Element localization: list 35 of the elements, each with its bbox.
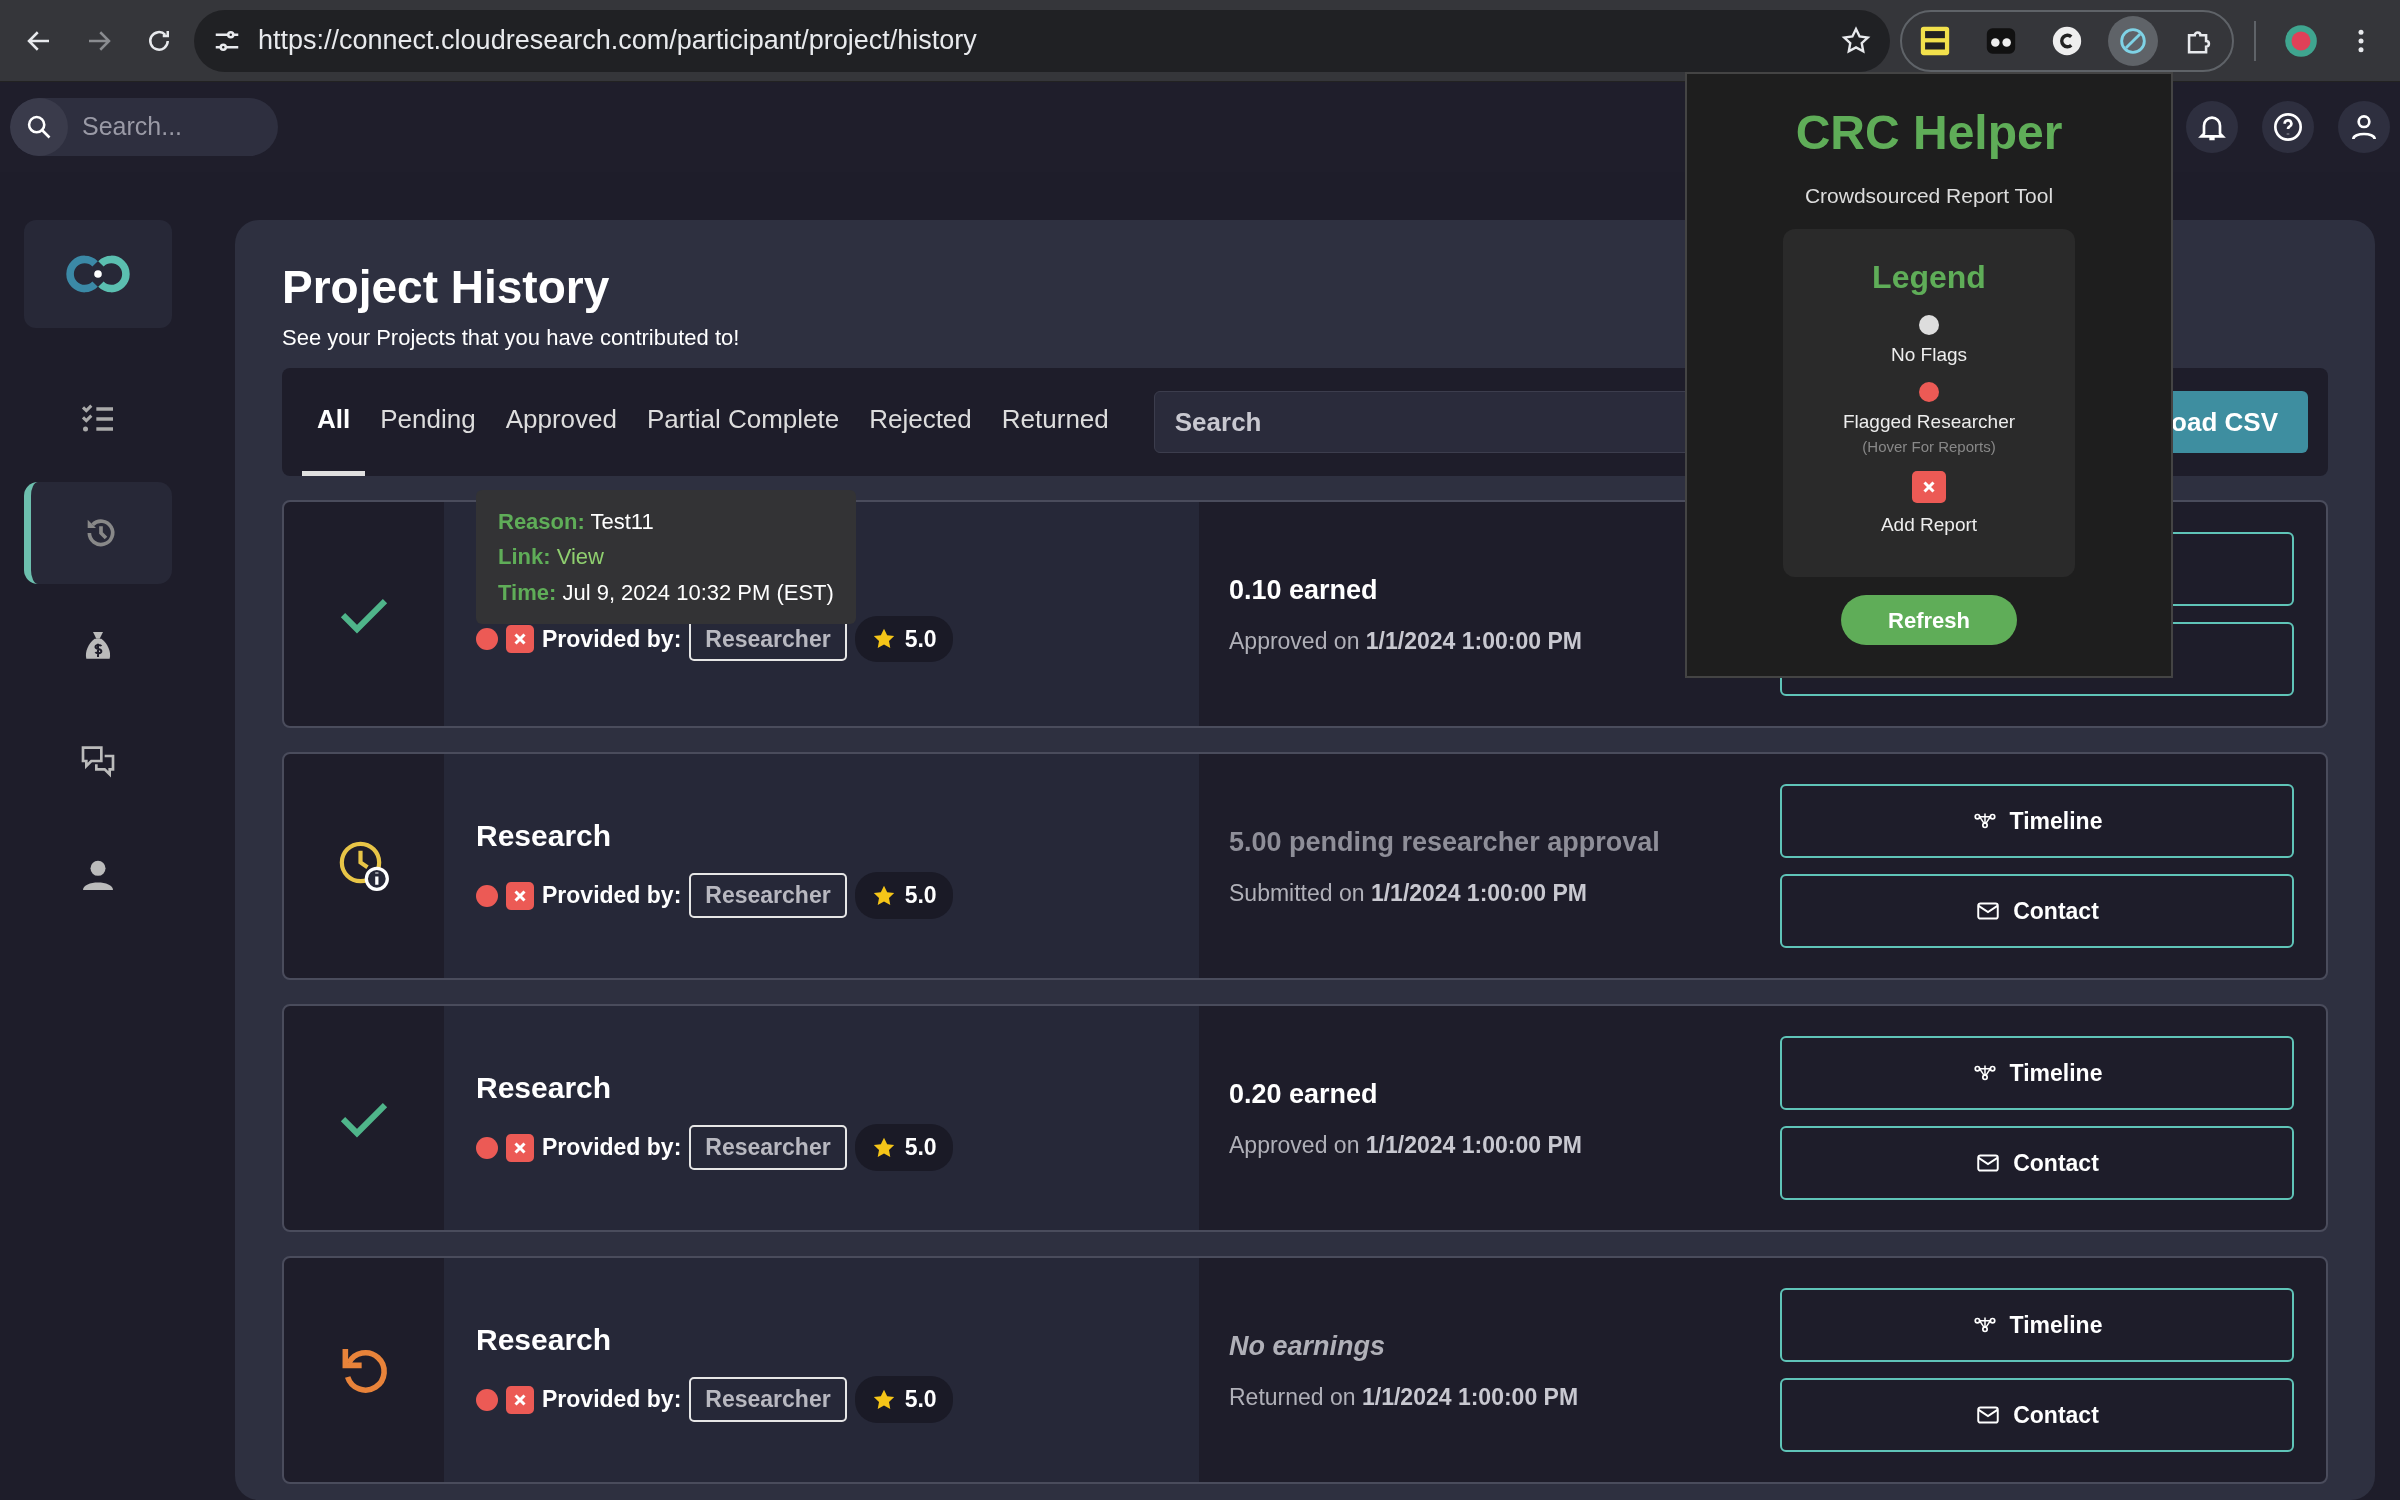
rating-pill: 5.0 xyxy=(854,1376,953,1423)
popup-title: CRC Helper xyxy=(1795,105,2063,161)
status-date: Returned on 1/1/2024 1:00:00 PM xyxy=(1229,1383,1580,1413)
tooltip-value: Jul 9, 2024 10:32 PM (EST) xyxy=(562,579,834,605)
earnings-text: 0.10 earned xyxy=(1229,573,1379,607)
provided-by-label: Provided by: xyxy=(542,1133,682,1163)
page-subtitle: See your Projects that you have contributed to! xyxy=(282,324,740,353)
tooltip-value: Test11 xyxy=(590,509,654,535)
rating-pill: 5.0 xyxy=(854,1124,953,1171)
rating-pill: 5.0 xyxy=(854,615,953,663)
tooltip-label: Link: xyxy=(498,544,551,570)
url-text: https://connect.cloudresearch.com/participant/project/history xyxy=(258,24,978,58)
legend-title: Legend xyxy=(1872,258,1986,298)
provided-by-label: Provided by: xyxy=(542,624,682,654)
rating-pill: 5.0 xyxy=(854,872,953,919)
page-title: Project History xyxy=(282,260,610,315)
researcher-tag: Researcher xyxy=(689,1125,847,1170)
earnings-text: 5.00 pending researcher approval xyxy=(1229,825,1661,859)
researcher-tag: Researcher xyxy=(689,1377,847,1422)
researcher-tag: Researcher xyxy=(689,873,847,918)
project-title: Research xyxy=(476,818,613,855)
popup-subtitle: Crowdsourced Report Tool xyxy=(1804,182,2054,209)
earnings-text: No earnings xyxy=(1229,1329,1387,1363)
status-date: Approved on 1/1/2024 1:00:00 PM xyxy=(1229,1131,1583,1161)
provided-by-label: Provided by: xyxy=(542,1385,682,1415)
project-title: Research xyxy=(476,1322,613,1359)
project-title: Research xyxy=(476,1070,613,1107)
legend-label: Add Report xyxy=(1880,512,1978,537)
earnings-text: 0.20 earned xyxy=(1229,1077,1379,1111)
tooltip-label: Time: xyxy=(498,579,557,605)
status-date: Submitted on 1/1/2024 1:00:00 PM xyxy=(1229,879,1588,909)
provided-by-label: Provided by: xyxy=(542,881,682,911)
tooltip-label: Reason: xyxy=(498,509,585,535)
legend-label: No Flags xyxy=(1891,343,1967,368)
status-date: Approved on 1/1/2024 1:00:00 PM xyxy=(1229,627,1583,657)
